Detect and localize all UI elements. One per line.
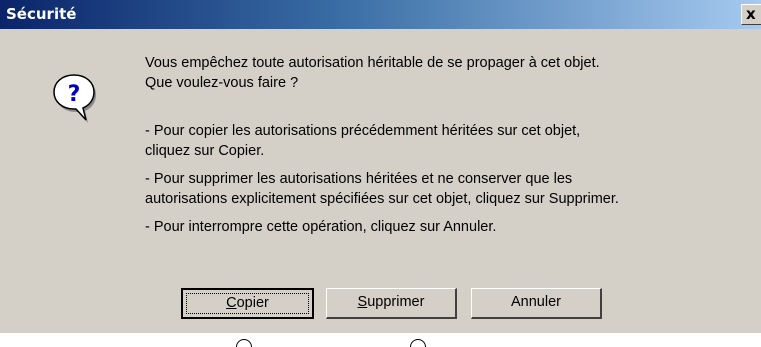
- title-bar[interactable]: Sécurité x: [0, 0, 761, 29]
- window-title: Sécurité: [6, 5, 77, 23]
- message-line-2: Que voulez-vous faire ?: [145, 75, 299, 91]
- copy-instruction-line-2: cliquez sur Copier.: [145, 143, 265, 159]
- copy-button-label: Copier: [226, 295, 269, 311]
- security-dialog: Sécurité x ? Vous empêchez toute autoris…: [0, 0, 761, 347]
- question-icon: ?: [53, 74, 96, 123]
- bottom-background: [0, 333, 761, 347]
- delete-instruction-line-1: - Pour supprimer les autorisations hérit…: [145, 171, 573, 187]
- delete-button[interactable]: Supprimer: [326, 288, 457, 319]
- close-button[interactable]: x: [741, 4, 761, 25]
- cancel-button[interactable]: Annuler: [471, 288, 602, 319]
- copy-button[interactable]: Copier: [181, 288, 314, 319]
- close-icon: x: [746, 5, 756, 23]
- cancel-button-label: Annuler: [511, 294, 561, 310]
- delete-instruction-line-2: autorisations explicitement spécifiées s…: [145, 191, 619, 207]
- message-line-1: Vous empêchez toute autorisation héritab…: [145, 55, 600, 71]
- copy-instruction-line-1: - Pour copier les autorisations précédem…: [145, 123, 581, 139]
- cancel-instruction: - Pour interrompre cette opération, cliq…: [145, 219, 497, 235]
- question-glyph: ?: [68, 82, 81, 107]
- delete-button-label: Supprimer: [357, 294, 425, 310]
